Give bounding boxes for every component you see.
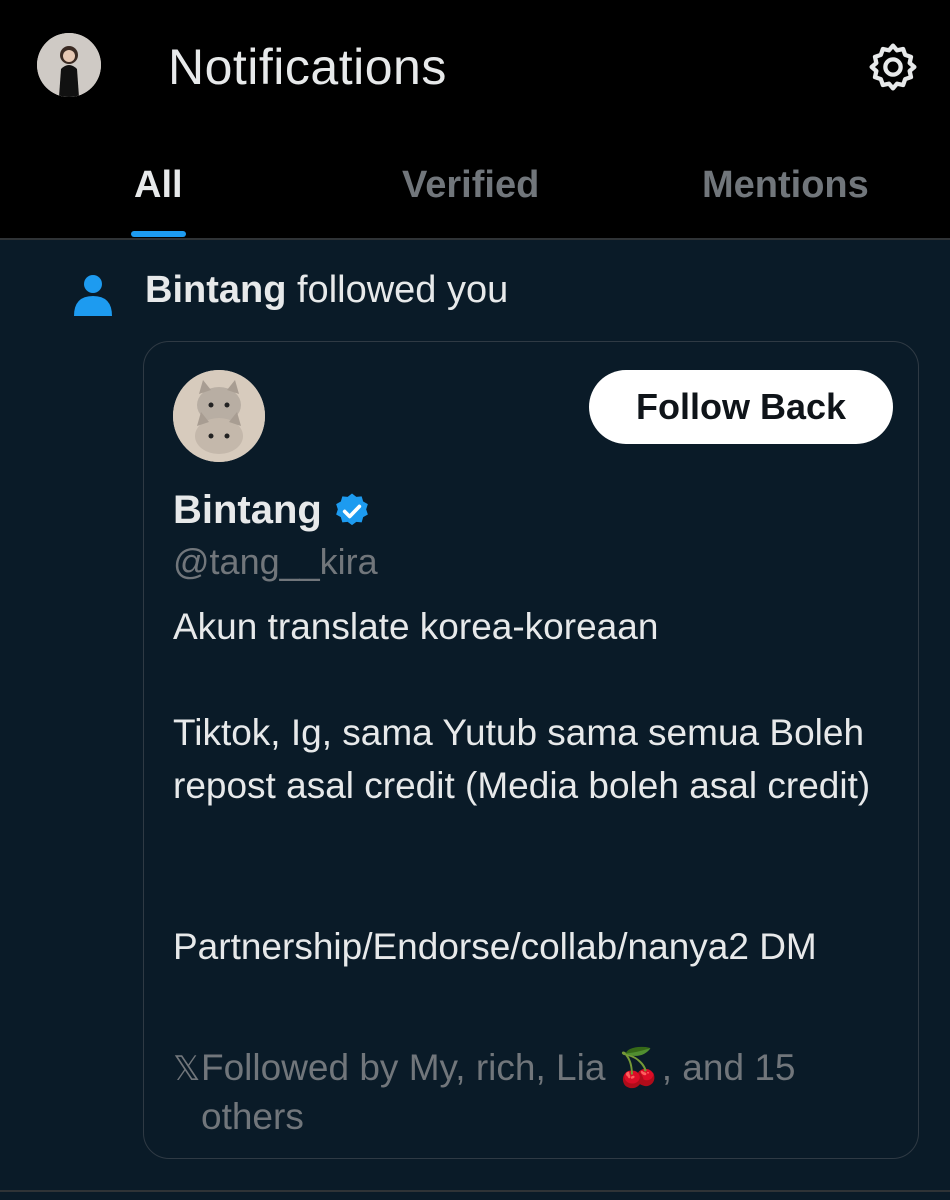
followed-by-text: Followed by My, rich, Lia 🍒, and 15 othe… — [201, 1047, 796, 1137]
user-name[interactable]: Bintang — [173, 488, 322, 533]
notification-action: followed you — [297, 269, 509, 311]
notification-headline: Bintang followed you — [145, 269, 508, 312]
verified-badge-icon — [336, 493, 368, 525]
user-bio-line: Tiktok, Ig, sama Yutub sama semua Boleh … — [173, 712, 871, 806]
notification-tabs: All Verified Mentions — [0, 150, 950, 240]
user-name-row: Bintang — [173, 488, 372, 533]
x-logo-icon: 𝕏 — [173, 1050, 201, 1088]
followed-by: 𝕏 Followed by My, rich, Lia 🍒, and 15 ot… — [173, 1043, 893, 1141]
tab-divider — [0, 238, 950, 240]
tab-mentions[interactable]: Mentions — [702, 164, 869, 207]
profile-avatar[interactable] — [37, 33, 101, 97]
person-icon — [70, 272, 116, 318]
page-title: Notifications — [168, 39, 447, 95]
tab-all[interactable]: All — [134, 164, 183, 207]
user-avatar[interactable] — [173, 370, 265, 462]
user-handle: @tang__kira — [173, 541, 378, 582]
divider — [0, 1190, 950, 1192]
actor-name[interactable]: Bintang — [145, 269, 286, 311]
tab-verified[interactable]: Verified — [402, 164, 539, 207]
tab-active-indicator — [131, 231, 186, 237]
gear-icon[interactable] — [866, 40, 920, 94]
follow-back-button[interactable]: Follow Back — [589, 370, 893, 444]
user-bio-line: Partnership/Endorse/collab/nanya2 DM — [173, 926, 817, 967]
user-bio-line: Akun translate korea-koreaan — [173, 606, 659, 647]
